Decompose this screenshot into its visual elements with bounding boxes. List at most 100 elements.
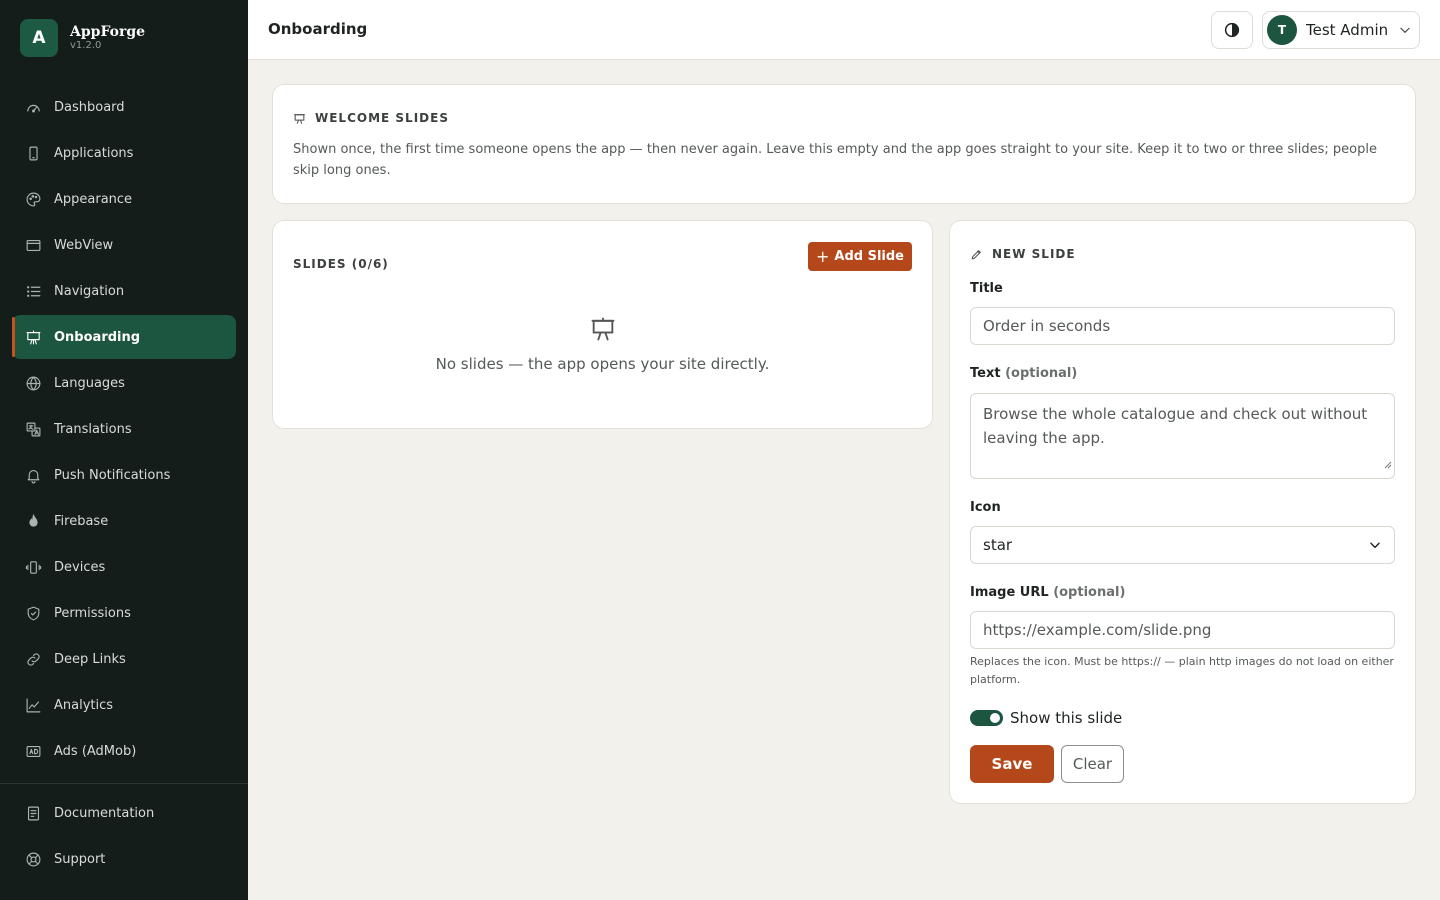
sidebar-item-label: Dashboard — [54, 99, 125, 115]
slides-empty-state: No slides — the app opens your site dire… — [273, 315, 932, 373]
translate-icon — [24, 420, 42, 438]
save-button[interactable]: Save — [970, 745, 1054, 783]
document-icon — [24, 804, 42, 822]
sidebar-item-translations[interactable]: Translations — [12, 407, 236, 451]
clear-button[interactable]: Clear — [1061, 745, 1124, 783]
text-label: Text (optional) — [970, 366, 1077, 381]
show-slide-toggle[interactable] — [970, 710, 1003, 726]
presentation-icon — [273, 315, 932, 343]
image-url-label-text: Image URL — [970, 585, 1049, 600]
brand-logo: A — [20, 19, 58, 57]
gauge-icon — [24, 98, 42, 116]
text-placeholder: Browse the whole catalogue and check out… — [983, 405, 1368, 447]
sidebar-item-label: Appearance — [54, 191, 133, 207]
sidebar-item-label: Onboarding — [54, 329, 141, 345]
brand-name: AppForge — [70, 24, 146, 40]
welcome-heading: WELCOME SLIDES — [293, 111, 1395, 125]
sidebar-item-label: Permissions — [54, 605, 131, 621]
text-label-text: Text — [970, 366, 1001, 381]
slides-card: SLIDES (0/6) + Add Slide No slides — the… — [272, 220, 933, 429]
list-icon — [24, 282, 42, 300]
sidebar-item-label: Deep Links — [54, 651, 126, 667]
page-title: Onboarding — [268, 20, 368, 38]
sidebar-bottom-nav: Documentation Support — [12, 791, 236, 883]
empty-state-text: No slides — the app opens your site dire… — [435, 355, 770, 373]
title-label: Title — [970, 281, 1003, 296]
sidebar-item-languages[interactable]: Languages — [12, 361, 236, 405]
text-textarea[interactable]: Browse the whole catalogue and check out… — [970, 393, 1395, 479]
sidebar-item-label: Devices — [54, 559, 106, 575]
sidebar-item-label: Firebase — [54, 513, 109, 529]
sidebar-item-dashboard[interactable]: Dashboard — [12, 85, 236, 129]
vibrating-phone-icon — [24, 558, 42, 576]
sidebar-item-label: Documentation — [54, 805, 155, 821]
show-slide-toggle-row: Show this slide — [970, 709, 1122, 727]
chevron-down-icon — [1368, 538, 1382, 552]
link-icon — [24, 650, 42, 668]
sidebar-item-support[interactable]: Support — [12, 837, 236, 881]
welcome-description: Shown once, the first time someone opens… — [293, 142, 1377, 178]
welcome-heading-text: WELCOME SLIDES — [315, 111, 449, 125]
presentation-icon — [293, 112, 306, 125]
image-url-label: Image URL (optional) — [970, 585, 1125, 600]
globe-icon — [24, 374, 42, 392]
contrast-icon — [1223, 21, 1241, 39]
sidebar-item-onboarding[interactable]: Onboarding — [12, 315, 236, 359]
sidebar-item-label: WebView — [54, 237, 114, 253]
icon-select-value: star — [983, 536, 1013, 554]
sidebar-item-firebase[interactable]: Firebase — [12, 499, 236, 543]
image-url-hint: Replaces the icon. Must be https:// — pl… — [970, 655, 1394, 686]
text-optional-tag: (optional) — [1005, 366, 1078, 381]
title-input[interactable]: Order in seconds — [970, 307, 1395, 345]
sidebar-item-label: Ads (AdMob) — [54, 743, 137, 759]
user-name: Test Admin — [1306, 21, 1389, 39]
flame-icon — [24, 512, 42, 530]
presentation-icon — [24, 328, 42, 346]
sidebar-item-appearance[interactable]: Appearance — [12, 177, 236, 221]
browser-window-icon — [24, 236, 42, 254]
user-menu[interactable]: T Test Admin — [1262, 11, 1420, 49]
plus-icon: + — [815, 246, 830, 266]
sidebar-item-push-notifications[interactable]: Push Notifications — [12, 453, 236, 497]
new-slide-heading-text: NEW SLIDE — [992, 247, 1076, 261]
icon-label: Icon — [970, 500, 1001, 515]
sidebar-item-deep-links[interactable]: Deep Links — [12, 637, 236, 681]
bell-icon — [24, 466, 42, 484]
chevron-down-icon — [1398, 23, 1412, 37]
sidebar-item-label: Languages — [54, 375, 125, 391]
sidebar-item-analytics[interactable]: Analytics — [12, 683, 236, 727]
sidebar-item-navigation[interactable]: Navigation — [12, 269, 236, 313]
image-url-placeholder: https://example.com/slide.png — [983, 621, 1212, 639]
sidebar-nav: Dashboard Applications Appearance WebVie… — [12, 85, 236, 775]
sidebar-item-label: Push Notifications — [54, 467, 171, 483]
ad-icon — [24, 742, 42, 760]
add-slide-button[interactable]: + Add Slide — [807, 241, 912, 271]
sidebar-item-label: Navigation — [54, 283, 125, 299]
sidebar-item-applications[interactable]: Applications — [12, 131, 236, 175]
resize-handle-icon[interactable] — [1384, 452, 1392, 476]
sidebar-item-devices[interactable]: Devices — [12, 545, 236, 589]
top-header: Onboarding T Test Admin — [248, 0, 1440, 60]
sidebar-item-documentation[interactable]: Documentation — [12, 791, 236, 835]
pencil-icon — [970, 248, 983, 261]
icon-select[interactable]: star — [970, 526, 1395, 564]
form-actions: Save Clear — [970, 745, 1124, 783]
slides-count-title: SLIDES (0/6) — [293, 257, 389, 271]
sidebar-item-label: Translations — [54, 421, 132, 437]
sidebar-item-ads-admob[interactable]: Ads (AdMob) — [12, 729, 236, 773]
welcome-slides-card: WELCOME SLIDES Shown once, the first tim… — [272, 84, 1416, 204]
show-slide-label: Show this slide — [1010, 709, 1123, 727]
sidebar: A AppForge v1.2.0 Dashboard Applications… — [0, 0, 248, 900]
image-url-input[interactable]: https://example.com/slide.png — [970, 611, 1395, 649]
phone-icon — [24, 144, 42, 162]
brand[interactable]: A AppForge v1.2.0 — [20, 19, 145, 57]
sidebar-item-webview[interactable]: WebView — [12, 223, 236, 267]
add-slide-label: Add Slide — [834, 248, 904, 264]
title-placeholder: Order in seconds — [983, 317, 1111, 335]
sidebar-item-permissions[interactable]: Permissions — [12, 591, 236, 635]
theme-toggle-button[interactable] — [1211, 11, 1253, 49]
lifebuoy-icon — [24, 850, 42, 868]
brand-version: v1.2.0 — [70, 40, 102, 51]
palette-icon — [24, 190, 42, 208]
image-optional-tag: (optional) — [1053, 585, 1126, 600]
